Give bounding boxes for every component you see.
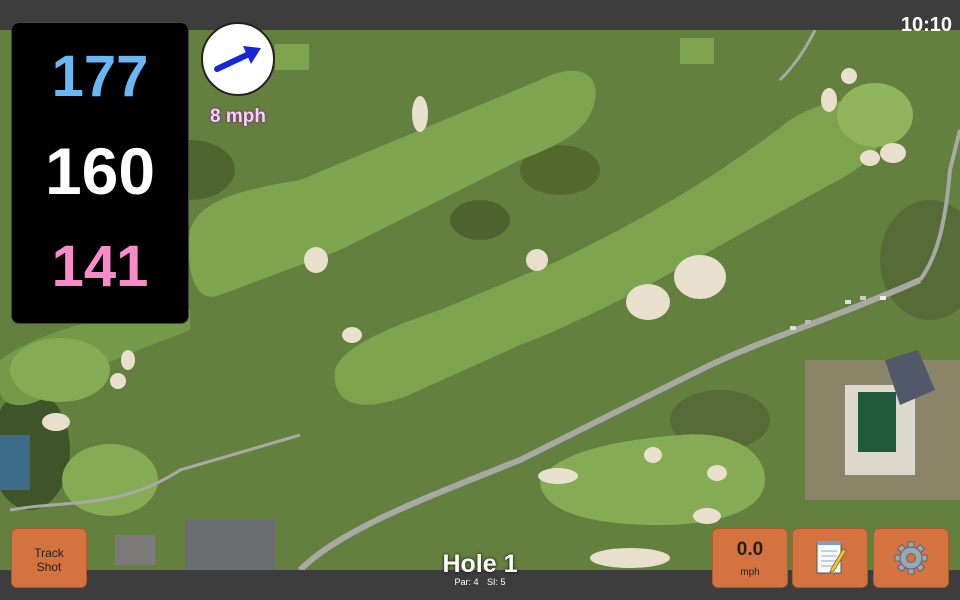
distance-panel: 177 160 141 bbox=[11, 22, 189, 324]
front-distance: 141 bbox=[51, 234, 149, 299]
shot-speed-button[interactable]: 0.0 mph bbox=[712, 528, 788, 588]
hole-info: Par: 4 SI: 5 bbox=[380, 577, 580, 587]
status-clock: 10:10 bbox=[900, 14, 952, 36]
back-distance: 177 bbox=[51, 44, 149, 109]
hole-par: Par: 4 bbox=[454, 577, 479, 587]
wind-direction-dial bbox=[201, 22, 275, 96]
track-shot-label-line2: Shot bbox=[36, 560, 62, 574]
middle-distance: 160 bbox=[44, 134, 156, 208]
shot-speed-value: 0.0 bbox=[736, 539, 764, 560]
track-shot-button[interactable]: Track Shot bbox=[11, 528, 87, 588]
notes-button[interactable] bbox=[792, 528, 868, 588]
settings-button[interactable] bbox=[873, 528, 949, 588]
gear-icon bbox=[894, 541, 928, 575]
hole-stroke-index: SI: 5 bbox=[487, 577, 506, 587]
notepad-icon bbox=[816, 541, 847, 574]
track-shot-label-line1: Track bbox=[34, 546, 64, 560]
arrow-right-icon bbox=[214, 46, 261, 72]
shot-speed-unit: mph bbox=[740, 567, 760, 578]
hole-title: Hole 1 bbox=[442, 550, 518, 578]
wind-speed-label: 8 mph bbox=[210, 106, 266, 127]
